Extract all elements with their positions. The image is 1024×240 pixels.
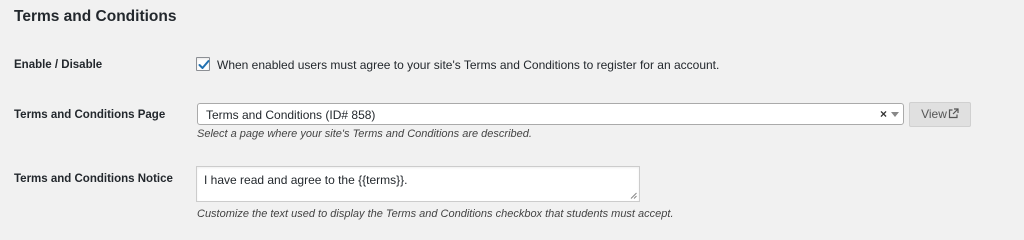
section-title: Terms and Conditions <box>14 8 177 25</box>
enable-terms-checkbox[interactable] <box>196 57 210 71</box>
terms-page-description: Select a page where your site's Terms an… <box>197 128 532 140</box>
terms-page-selected-value: Terms and Conditions (ID# 858) <box>206 108 376 122</box>
enable-checkbox-description: When enabled users must agree to your si… <box>217 58 720 72</box>
terms-page-label: Terms and Conditions Page <box>14 109 166 121</box>
terms-notice-value: I have read and agree to the {{terms}}. <box>204 173 408 187</box>
view-page-button[interactable]: View <box>909 102 971 127</box>
external-link-icon <box>948 108 959 119</box>
terms-notice-label: Terms and Conditions Notice <box>14 173 173 185</box>
terms-notice-description: Customize the text used to display the T… <box>197 208 674 220</box>
terms-notice-textarea[interactable]: I have read and agree to the {{terms}}. <box>196 166 640 202</box>
enable-disable-label: Enable / Disable <box>14 59 103 71</box>
clear-selection-icon[interactable]: × <box>880 107 887 121</box>
resize-handle-icon[interactable] <box>630 192 637 199</box>
view-button-label: View <box>921 107 947 121</box>
chevron-down-icon[interactable] <box>891 112 899 117</box>
terms-page-select[interactable]: Terms and Conditions (ID# 858) × <box>197 103 904 125</box>
checkmark-icon <box>198 60 210 69</box>
